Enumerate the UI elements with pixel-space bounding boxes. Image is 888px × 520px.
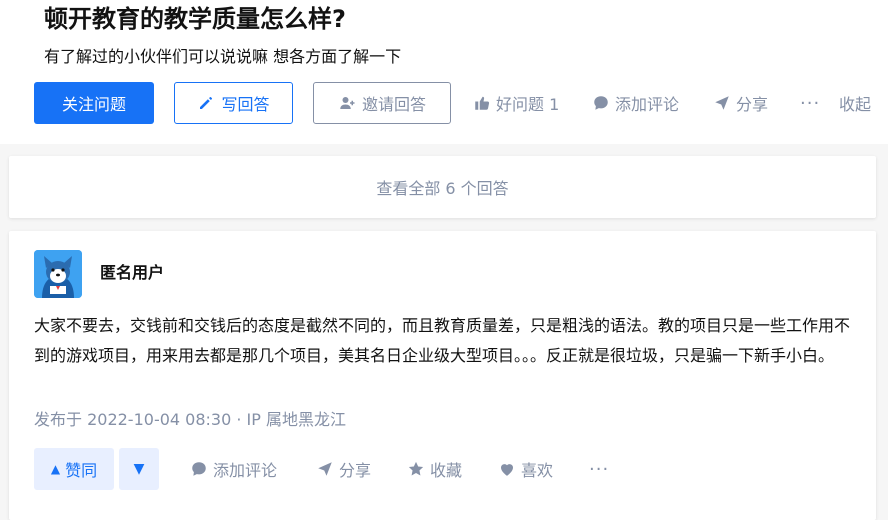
collapse-label: 收起 [839, 95, 872, 114]
question-title: 顿开教育的教学质量怎么样? [44, 5, 346, 33]
view-all-answers-button[interactable]: 查看全部 6 个回答 [9, 156, 876, 218]
follow-question-label: 关注问题 [61, 95, 126, 114]
share-button[interactable]: 分享 [713, 82, 768, 124]
more-icon: ··· [589, 458, 610, 480]
question-actions: 关注问题 写回答 邀请回答 好问题 1 添加评论 分享 ··· 收起 [0, 82, 888, 124]
answer-card: 匿名用户 大家不要去，交钱前和交钱后的态度是截然不同的，而且教育质量差，只是粗浅… [9, 231, 876, 520]
heart-icon [498, 460, 516, 478]
star-icon [407, 460, 425, 478]
answer-author-name[interactable]: 匿名用户 [100, 261, 164, 285]
thumbs-up-icon [473, 94, 491, 112]
answer-share-label: 分享 [339, 461, 372, 480]
vote-up-button[interactable]: ▲ 赞同 [34, 448, 114, 490]
answer-add-comment-label: 添加评论 [213, 461, 278, 480]
view-all-answers-label: 查看全部 6 个回答 [376, 179, 509, 198]
add-comment-label: 添加评论 [615, 95, 680, 114]
write-answer-button[interactable]: 写回答 [174, 82, 293, 124]
pencil-icon [197, 94, 215, 112]
answer-more-options-button[interactable]: ··· [589, 448, 609, 490]
comment-icon [190, 460, 208, 478]
more-options-button[interactable]: ··· [800, 82, 820, 124]
collapse-button[interactable]: 收起 [839, 82, 871, 124]
add-comment-button[interactable]: 添加评论 [592, 82, 679, 124]
answer-content: 大家不要去，交钱前和交钱后的态度是截然不同的，而且教育质量差，只是粗浅的语法。教… [34, 316, 851, 365]
good-question-button[interactable]: 好问题 1 [473, 82, 559, 124]
add-user-icon [338, 94, 356, 112]
answer-share-button[interactable]: 分享 [316, 448, 371, 490]
collect-label: 收藏 [430, 461, 463, 480]
answer-meta: 发布于 2022-10-04 08:30 · IP 属地黑龙江 [34, 410, 346, 429]
like-label: 喜欢 [521, 461, 554, 480]
share-icon [713, 94, 731, 112]
vote-down-button[interactable]: ▼ [119, 448, 159, 490]
follow-question-button[interactable]: 关注问题 [34, 82, 154, 124]
triangle-up-icon: ▲ [50, 462, 61, 476]
collect-button[interactable]: 收藏 [407, 448, 462, 490]
more-icon: ··· [800, 92, 821, 114]
answer-add-comment-button[interactable]: 添加评论 [190, 448, 277, 490]
avatar[interactable] [34, 250, 82, 298]
invite-answer-label: 邀请回答 [361, 95, 426, 114]
share-label: 分享 [736, 95, 769, 114]
question-header: 顿开教育的教学质量怎么样? 有了解过的小伙伴们可以说说嘛 想各方面了解一下 关注… [0, 0, 888, 144]
triangle-down-icon: ▼ [133, 461, 145, 477]
invite-answer-button[interactable]: 邀请回答 [313, 82, 451, 124]
write-answer-label: 写回答 [221, 95, 270, 114]
like-button[interactable]: 喜欢 [498, 448, 553, 490]
good-question-label: 好问题 1 [496, 95, 560, 114]
comment-icon [592, 94, 610, 112]
anonymous-avatar-icon [34, 250, 82, 298]
vote-up-label: 赞同 [65, 461, 98, 480]
share-icon [316, 460, 334, 478]
question-detail: 有了解过的小伙伴们可以说说嘛 想各方面了解一下 [44, 47, 402, 66]
